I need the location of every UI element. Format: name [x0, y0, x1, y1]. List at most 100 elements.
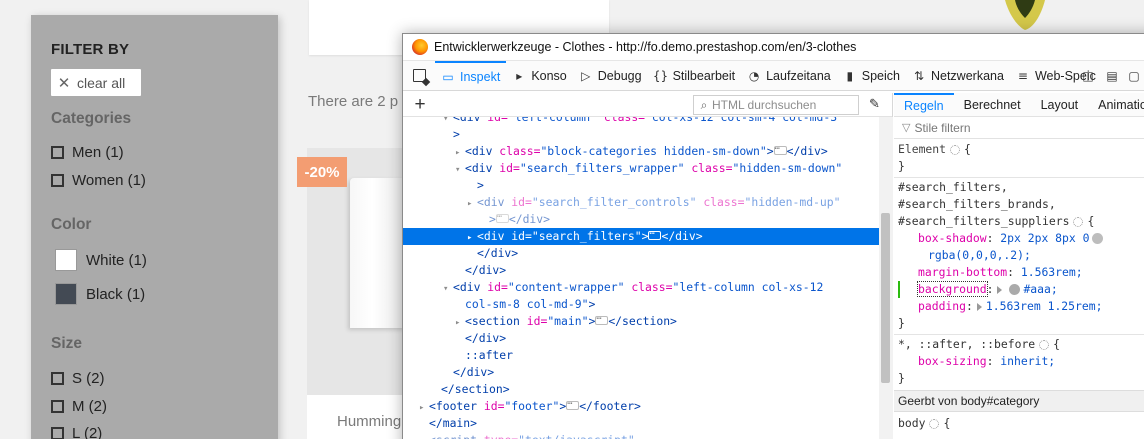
gear-icon[interactable]	[1073, 216, 1084, 227]
markup-node[interactable]: ▾ <div id="left-column" class="col-xs-12 …	[403, 117, 879, 126]
markup-node[interactable]: ::after	[403, 347, 879, 364]
markup-node[interactable]: <script type="text/javascript"	[403, 432, 879, 439]
color-swatch-icon[interactable]	[1009, 284, 1021, 295]
network-icon: ⇅	[913, 68, 925, 83]
clear-all-button[interactable]: ✕ clear all	[51, 69, 141, 96]
markup-scrollbar-thumb[interactable]	[881, 213, 890, 383]
markup-node[interactable]: >	[403, 126, 879, 143]
markup-node[interactable]: col-sm-8 col-md-9">	[403, 296, 879, 313]
rule1-selector-3-row[interactable]: #search_filters_suppliers {	[894, 213, 1144, 230]
responsive-button[interactable]: ▢	[1121, 61, 1144, 90]
box-sizing-declaration[interactable]: box-sizing: inherit;	[894, 353, 1144, 370]
performance-icon: ◔	[748, 68, 760, 83]
markup-node[interactable]: ▸<footer id="footer"></footer>	[403, 396, 879, 415]
markup-node[interactable]: >	[403, 177, 879, 194]
markup-node[interactable]: ▾ <div id="search_filters_wrapper" class=…	[403, 160, 879, 177]
markup-node-text: <footer id="footer"></footer>	[429, 396, 641, 413]
background-declaration[interactable]: background: #aaa;	[894, 281, 1144, 298]
eyedropper-icon[interactable]: ✎	[869, 96, 880, 112]
margin-bottom-declaration[interactable]: margin-bottom: 1.563rem;	[894, 264, 1144, 281]
markup-node[interactable]: </main>	[403, 415, 879, 432]
padding-declaration[interactable]: padding: 1.563rem 1.25rem;	[894, 298, 1144, 315]
filter-styles-input[interactable]: ▽ Stile filtern	[894, 117, 1144, 139]
tool-tab-2[interactable]: ▷ Debugg	[573, 61, 648, 90]
category-women-checkbox[interactable]: Women (1)	[51, 172, 146, 189]
markup-node-text: </section>	[441, 382, 510, 396]
add-node-button[interactable]: +	[403, 94, 437, 115]
checkbox[interactable]	[51, 372, 64, 385]
markup-node[interactable]: ▾ <div id="content-wrapper" class="left-c…	[403, 279, 879, 296]
selected-markup-node[interactable]: ▸<div id="search_filters"></div>	[403, 226, 879, 245]
markup-node[interactable]: </section>	[403, 381, 879, 398]
expand-triangle-icon[interactable]	[997, 285, 1003, 294]
rule1-selector-1[interactable]: #search_filters,	[894, 179, 1144, 196]
markup-node[interactable]: ▸ <div id="search_filter_controls" class=…	[403, 194, 879, 211]
box-shadow-declaration-cont: rgba(0,0,0,.2);	[894, 247, 1144, 264]
style-editor-icon: {}	[652, 68, 669, 83]
tool-tab-label: Konso	[531, 68, 567, 83]
brace-open: {	[943, 416, 951, 430]
rule2-selector-row[interactable]: *, ::after, ::before {	[894, 336, 1144, 353]
tool-tab-6[interactable]: ⇅ Netzwerkana	[906, 61, 1010, 90]
tool-tab-5[interactable]: ▮ Speich	[837, 61, 906, 90]
color-white-option[interactable]: White (1)	[51, 249, 147, 271]
html-search-input[interactable]: ⌕ HTML durchsuchen	[693, 95, 859, 115]
sidebar-tabs: RegelnBerechnetLayoutAnimation	[894, 93, 1144, 117]
markup-node-text: <section id="main"></section>	[465, 311, 677, 328]
markup-tree[interactable]: ▾ <div id="left-column" class="col-xs-12 …	[403, 117, 879, 439]
gear-icon[interactable]	[929, 418, 940, 429]
category-men-checkbox[interactable]: Men (1)	[51, 144, 124, 161]
devtools-toolbar: ▭ Inspekt ▸ Konso ▷ Debugg {} Stilbearbeit ◔ Lauf…	[403, 61, 1144, 91]
color-swatch-white[interactable]	[55, 249, 77, 271]
color-black-option[interactable]: Black (1)	[51, 283, 145, 305]
checkbox[interactable]	[51, 174, 64, 187]
size-m-checkbox[interactable]: M (2)	[51, 398, 107, 415]
markup-toolbar: + ⌕ HTML durchsuchen ✎	[403, 93, 892, 117]
checkbox[interactable]	[51, 427, 64, 439]
tool-tab-1[interactable]: ▸ Konso	[506, 61, 572, 90]
css-property: box-shadow	[918, 231, 987, 245]
element-picker-button[interactable]	[403, 61, 435, 90]
box-shadow-declaration[interactable]: box-shadow: 2px 2px 8px 0	[894, 230, 1144, 247]
checkbox[interactable]	[51, 146, 64, 159]
html-search-placeholder: HTML durchsuchen	[712, 98, 817, 112]
discount-badge: -20%	[297, 157, 347, 187]
color-swatch-black[interactable]	[55, 283, 77, 305]
checkbox[interactable]	[51, 400, 64, 413]
markup-node[interactable]: </div>	[403, 262, 879, 279]
expand-triangle-icon[interactable]	[976, 302, 982, 311]
console-icon: ▸	[516, 68, 523, 83]
markup-node-text: </div>	[465, 263, 507, 277]
category-label: Men (1)	[72, 144, 124, 161]
tool-tab-4[interactable]: ◔ Laufzeitana	[741, 61, 837, 90]
filter-styles-placeholder: Stile filtern	[914, 120, 971, 135]
storage-icon: ≡	[1017, 68, 1028, 83]
gear-icon[interactable]	[950, 144, 961, 155]
body-selector: body	[898, 416, 926, 430]
product-name-link[interactable]: Humming	[337, 413, 401, 430]
markup-node[interactable]: </div>	[403, 364, 879, 381]
size-s-checkbox[interactable]: S (2)	[51, 370, 105, 387]
tool-tab-3[interactable]: {} Stilbearbeit	[648, 61, 742, 90]
gear-icon[interactable]	[1039, 339, 1050, 350]
markup-node-text: </div>	[477, 246, 519, 260]
sidebar-tab-1[interactable]: Berechnet	[954, 93, 1031, 116]
color-swatch-icon[interactable]	[1092, 233, 1104, 244]
markup-node[interactable]: ▸<section id="main"></section>	[403, 311, 879, 330]
sidebar-tab-2[interactable]: Layout	[1031, 93, 1089, 116]
tool-tab-0[interactable]: ▭ Inspekt	[435, 61, 507, 90]
markup-node[interactable]: ></div>	[403, 209, 879, 228]
tool-tab-label: Debugg	[597, 68, 642, 83]
markup-node[interactable]: ▸ <div class="block-categories hidden-sm-…	[403, 141, 879, 160]
markup-node[interactable]: </div>	[403, 245, 879, 262]
devtools-titlebar[interactable]: Entwicklerwerkzeuge - Clothes - http://f…	[403, 34, 1144, 61]
search-icon: ⌕	[700, 97, 708, 112]
markup-node[interactable]: </div>	[403, 330, 879, 347]
sidebar-tab-0[interactable]: Regeln	[894, 93, 954, 116]
rule1-selector-2[interactable]: #search_filters_brands,	[894, 196, 1144, 213]
element-rule-header[interactable]: Element {	[894, 141, 1144, 158]
tool-tab-label: Netzwerkana	[930, 68, 1004, 83]
size-l-checkbox[interactable]: L (2)	[51, 425, 102, 439]
body-rule-header[interactable]: body {	[894, 415, 1144, 432]
sidebar-tab-3[interactable]: Animation	[1088, 93, 1144, 116]
